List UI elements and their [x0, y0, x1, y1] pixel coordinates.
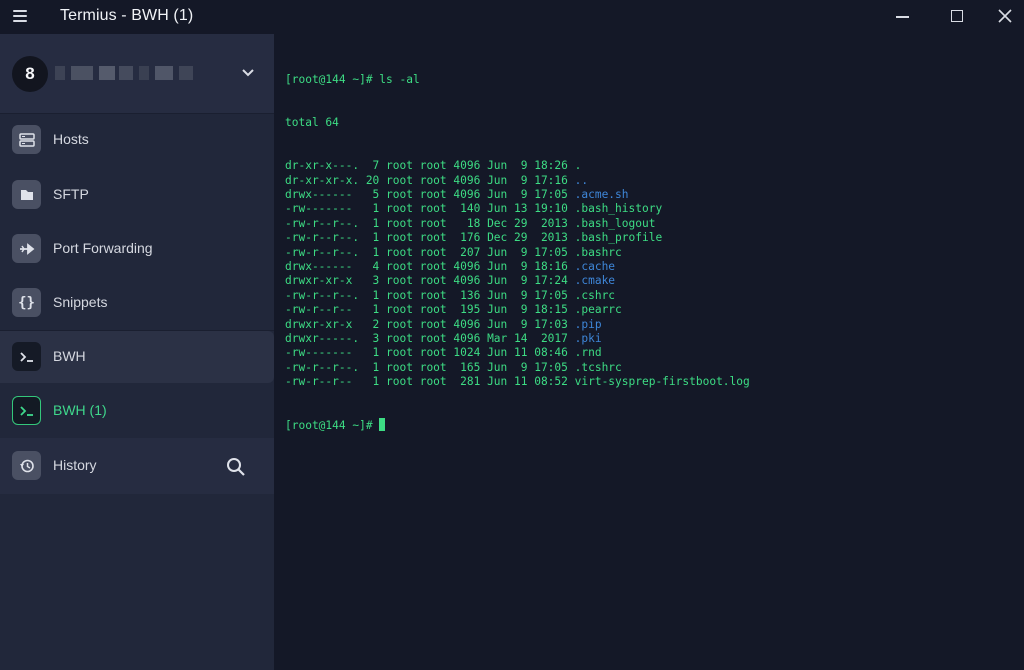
- listing-row: -rw------- 1 root root 140 Jun 13 19:10 …: [285, 202, 1024, 216]
- sidebar-item-label: BWH: [53, 348, 86, 364]
- close-button[interactable]: [982, 0, 1024, 34]
- sidebar-item-label: Port Forwarding: [53, 240, 153, 256]
- chevron-down-icon[interactable]: [241, 68, 255, 78]
- file-meta: -rw-r--r--. 1 root root 165 Jun 9 17:05: [285, 360, 575, 374]
- listing-row: -rw-r--r--. 1 root root 207 Jun 9 17:05 …: [285, 246, 1024, 260]
- maximize-icon: [951, 10, 963, 22]
- directory-name: .pki: [574, 331, 602, 345]
- file-meta: -rw-r--r-- 1 root root 281 Jun 11 08:52: [285, 375, 575, 389]
- terminal-icon: [12, 396, 41, 425]
- hamburger-menu-icon[interactable]: [13, 10, 27, 22]
- folder-icon: [12, 180, 41, 209]
- sidebar-item-snippets[interactable]: {} Snippets: [0, 277, 274, 329]
- listing-row: -rw------- 1 root root 1024 Jun 11 08:46…: [285, 346, 1024, 360]
- sidebar-item-label: History: [53, 457, 97, 473]
- search-icon[interactable]: [226, 457, 246, 477]
- file-meta: dr-xr-xr-x. 20 root root 4096 Jun 9 17:1…: [285, 173, 575, 187]
- file-name: .tcshrc: [574, 360, 622, 374]
- listing-row: drwx------ 5 root root 4096 Jun 9 17:05 …: [285, 188, 1024, 202]
- listing-row: drwxr-xr-x 3 root root 4096 Jun 9 17:24 …: [285, 274, 1024, 288]
- hosts-icon: [12, 125, 41, 154]
- listing-row: -rw-r--r-- 1 root root 195 Jun 9 18:15 .…: [285, 303, 1024, 317]
- prompt-line: [root@144 ~]#: [285, 418, 1024, 432]
- directory-name: .cmake: [574, 274, 616, 288]
- listing-row: dr-xr-xr-x. 20 root root 4096 Jun 9 17:1…: [285, 174, 1024, 188]
- file-meta: -rw------- 1 root root 140 Jun 13 19:10: [285, 202, 575, 216]
- sidebar-item-label: SFTP: [53, 186, 89, 202]
- listing-row: drwxr-----. 3 root root 4096 Mar 14 2017…: [285, 332, 1024, 346]
- listing: dr-xr-x---. 7 root root 4096 Jun 9 18:26…: [285, 159, 1024, 389]
- prompt: [root@144 ~]#: [285, 72, 380, 86]
- sidebar-item-history[interactable]: History: [0, 438, 274, 494]
- listing-row: -rw-r--r--. 1 root root 165 Jun 9 17:05 …: [285, 361, 1024, 375]
- file-meta: -rw-r--r--. 1 root root 207 Jun 9 17:05: [285, 245, 575, 259]
- close-icon: [998, 9, 1012, 23]
- minimize-icon: [896, 16, 909, 18]
- file-meta: -rw-r--r--. 1 root root 176 Dec 29 2013: [285, 231, 575, 245]
- cursor: [379, 418, 386, 432]
- sidebar-item-label: Hosts: [53, 131, 89, 147]
- maximize-button[interactable]: [934, 0, 980, 34]
- file-meta: drwxr-----. 3 root root 4096 Mar 14 2017: [285, 331, 575, 345]
- file-meta: -rw-r--r--. 1 root root 136 Jun 9 17:05: [285, 288, 575, 302]
- sidebar-item-port-forwarding[interactable]: Port Forwarding: [0, 223, 274, 275]
- file-name: .bash_history: [574, 202, 663, 216]
- file-name: .bash_logout: [574, 216, 656, 230]
- file-meta: -rw-r--r--. 1 root root 18 Dec 29 2013: [285, 216, 575, 230]
- minimize-button[interactable]: [880, 0, 926, 34]
- file-meta: drwx------ 4 root root 4096 Jun 9 18:16: [285, 259, 575, 273]
- listing-row: -rw-r--r--. 1 root root 136 Jun 9 17:05 …: [285, 289, 1024, 303]
- sidebar-item-label: BWH (1): [53, 402, 107, 418]
- account-name-redacted: [55, 66, 195, 80]
- file-meta: -rw------- 1 root root 1024 Jun 11 08:46: [285, 346, 575, 360]
- sidebar: 8 Hosts SFTP Port Forwarding {} Snippets…: [0, 34, 274, 670]
- account-avatar: 8: [12, 56, 48, 92]
- directory-name: ..: [574, 173, 589, 187]
- file-meta: drwxr-xr-x 3 root root 4096 Jun 9 17:24: [285, 274, 575, 288]
- prompt: [root@144 ~]#: [285, 419, 380, 433]
- file-name: .bash_profile: [574, 231, 663, 245]
- snippets-icon: {}: [12, 288, 41, 317]
- directory-name: .pip: [574, 317, 602, 331]
- file-meta: drwxr-xr-x 2 root root 4096 Jun 9 17:03: [285, 317, 575, 331]
- directory-name: .acme.sh: [574, 188, 629, 201]
- listing-row: dr-xr-x---. 7 root root 4096 Jun 9 18:26…: [285, 159, 1024, 173]
- total-line: total 64: [285, 116, 339, 130]
- sidebar-item-sftp[interactable]: SFTP: [0, 169, 274, 221]
- command: ls -al: [379, 72, 420, 86]
- file-meta: dr-xr-x---. 7 root root 4096 Jun 9 18:26: [285, 159, 575, 173]
- listing-row: drwx------ 4 root root 4096 Jun 9 18:16 …: [285, 260, 1024, 274]
- port-forwarding-icon: [12, 234, 41, 263]
- terminal-output[interactable]: [root@144 ~]# ls -al total 64 dr-xr-x---…: [274, 34, 1024, 670]
- account-switcher[interactable]: 8: [0, 34, 274, 114]
- file-name: virt-sysprep-firstboot.log: [574, 375, 750, 389]
- listing-row: -rw-r--r-- 1 root root 281 Jun 11 08:52 …: [285, 375, 1024, 389]
- file-name: .rnd: [574, 346, 602, 360]
- sidebar-item-hosts[interactable]: Hosts: [0, 114, 274, 166]
- file-name: .cshrc: [574, 288, 616, 302]
- terminal-icon: [12, 342, 41, 371]
- listing-row: drwxr-xr-x 2 root root 4096 Jun 9 17:03 …: [285, 318, 1024, 332]
- file-meta: drwx------ 5 root root 4096 Jun 9 17:05: [285, 188, 575, 201]
- sidebar-item-bwh[interactable]: BWH: [0, 331, 274, 383]
- sidebar-item-bwh-1[interactable]: BWH (1): [0, 385, 274, 437]
- command-line: [root@144 ~]# ls -al: [285, 73, 1024, 87]
- listing-row: -rw-r--r--. 1 root root 176 Dec 29 2013 …: [285, 231, 1024, 245]
- file-name: .pearrc: [574, 303, 622, 317]
- title-bar: Termius - BWH (1): [0, 0, 1024, 34]
- directory-name: .cache: [574, 259, 616, 273]
- file-name: .: [574, 159, 582, 173]
- file-meta: -rw-r--r-- 1 root root 195 Jun 9 18:15: [285, 303, 575, 317]
- file-name: .bashrc: [574, 245, 622, 259]
- history-icon: [12, 451, 41, 480]
- window-title: Termius - BWH (1): [60, 7, 194, 24]
- sidebar-item-label: Snippets: [53, 294, 108, 310]
- listing-row: -rw-r--r--. 1 root root 18 Dec 29 2013 .…: [285, 217, 1024, 231]
